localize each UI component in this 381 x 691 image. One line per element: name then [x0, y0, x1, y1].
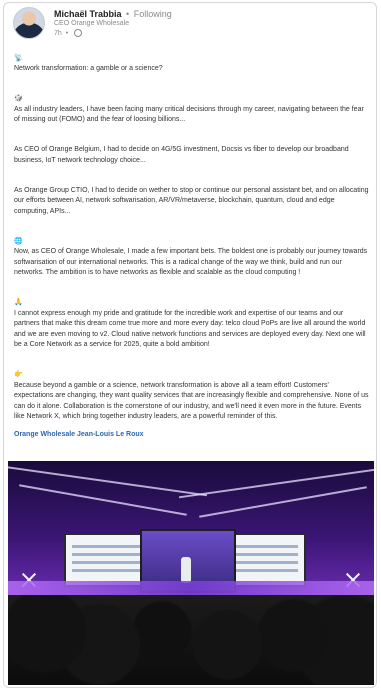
globe-icon [74, 29, 83, 37]
post-paragraph: 🌐 Now, as CEO of Orange Wholesale, I mad… [14, 226, 370, 279]
hands-icon: 🙏 [14, 299, 23, 306]
ceiling-line [8, 463, 208, 497]
post-paragraph: 📡 Network transformation: a gamble or a … [14, 43, 370, 75]
post-paragraph: 🙏 I cannot express enough my pride and g… [14, 288, 370, 351]
paragraph-text: As Orange Group CTIO, I had to decide on… [14, 186, 369, 215]
ceiling-line [178, 465, 374, 499]
mentions[interactable]: Orange Wholesale Jean-Louis Le Roux [14, 430, 370, 441]
event-photo[interactable] [8, 461, 374, 685]
post-paragraph: 🎲 As all industry leaders, I have been f… [14, 84, 370, 126]
post-paragraph: As CEO of Orange Belgium, I had to decid… [14, 135, 370, 167]
audience [8, 595, 374, 685]
post-paragraph: As Orange Group CTIO, I had to decide on… [14, 175, 370, 217]
paragraph-text: Network transformation: a gamble or a sc… [14, 65, 163, 72]
time-text: 7h [54, 29, 62, 37]
dice-icon: 🎲 [14, 95, 23, 102]
post-time: 7h • [54, 29, 83, 37]
post-body: 📡 Network transformation: a gamble or a … [14, 43, 370, 440]
speaker-figure [181, 557, 191, 583]
post-card: Michaël Trabbia • Following CEO Orange W… [3, 2, 377, 688]
separator-dot: • [126, 9, 130, 19]
left-screen [64, 533, 148, 587]
post-paragraph: 👉 Because beyond a gamble or a science, … [14, 360, 370, 423]
antenna-icon: 📡 [14, 54, 23, 62]
paragraph-text: As CEO of Orange Belgium, I had to decid… [14, 146, 349, 164]
paragraph-text: Now, as CEO of Orange Wholesale, I made … [14, 248, 368, 276]
globe-icon: 🌐 [14, 237, 23, 245]
connection-status: Following [133, 9, 172, 19]
pointing-hand-icon: 👉 [14, 371, 23, 378]
author-line: Michaël Trabbia • Following [54, 9, 172, 19]
separator-dot: • [65, 29, 69, 37]
author-name[interactable]: Michaël Trabbia [54, 9, 122, 19]
paragraph-text: As all industry leaders, I have been fac… [14, 105, 364, 124]
paragraph-text: I cannot express enough my pride and gra… [14, 309, 366, 349]
post-header: Michaël Trabbia • Following CEO Orange W… [13, 7, 373, 43]
paragraph-text: Because beyond a gamble or a science, ne… [14, 381, 369, 421]
avatar[interactable] [13, 7, 45, 39]
author-headline: CEO Orange Wholesale [54, 20, 130, 27]
